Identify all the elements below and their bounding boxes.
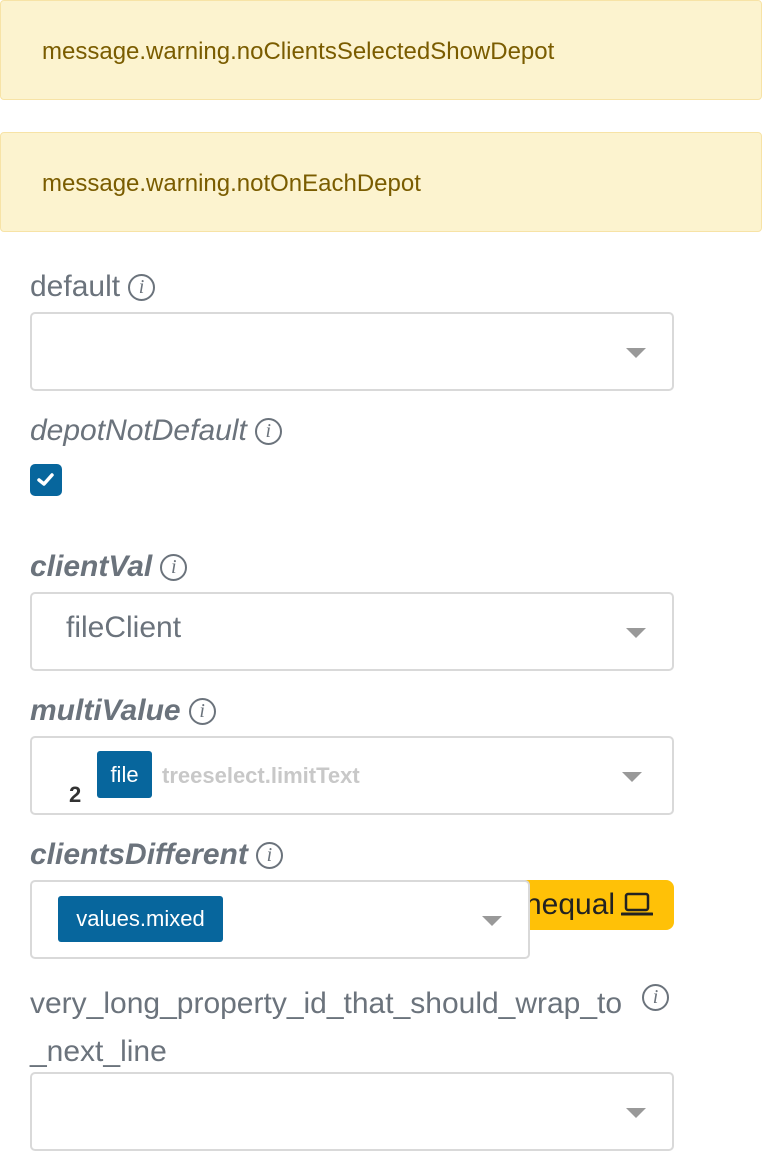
chevron-down-icon[interactable] bbox=[622, 772, 642, 782]
check-icon bbox=[37, 473, 54, 486]
field-label-clients-different: clientsDifferent i bbox=[30, 838, 283, 872]
label-text: clientVal bbox=[30, 550, 153, 583]
info-icon[interactable]: i bbox=[160, 553, 188, 581]
warning-text: message.warning.notOnEachDepot bbox=[42, 170, 421, 197]
warning-text: message.warning.noClientsSelectedShowDep… bbox=[42, 38, 555, 65]
field-label-depot-not-default: depotNotDefault i bbox=[30, 414, 282, 448]
label-text: default bbox=[30, 270, 121, 303]
laptop-icon bbox=[621, 892, 654, 916]
info-icon[interactable]: i bbox=[128, 273, 156, 301]
client-val-select[interactable]: fileClient bbox=[30, 592, 674, 671]
label-text: clientsDifferent bbox=[30, 838, 248, 871]
badge-text: nequal bbox=[525, 888, 616, 921]
value-chip[interactable]: file bbox=[97, 751, 152, 798]
chevron-down-icon[interactable] bbox=[626, 628, 646, 638]
chevron-down-icon[interactable] bbox=[626, 1108, 646, 1118]
depot-not-default-checkbox[interactable] bbox=[30, 464, 62, 496]
selected-count: 2 bbox=[69, 782, 82, 807]
info-icon[interactable]: i bbox=[254, 417, 282, 445]
unequal-badge: nequal bbox=[519, 880, 674, 930]
field-label-default: default i bbox=[30, 270, 156, 304]
selected-value: fileClient bbox=[66, 611, 182, 644]
warning-alert-no-clients: message.warning.noClientsSelectedShowDep… bbox=[0, 0, 762, 100]
chevron-down-icon[interactable] bbox=[482, 916, 502, 926]
value-chip[interactable]: values.mixed bbox=[58, 896, 223, 942]
clients-different-select[interactable]: values.mixed bbox=[30, 880, 530, 959]
label-text: multiValue bbox=[30, 694, 181, 727]
chevron-down-icon[interactable] bbox=[626, 348, 646, 358]
field-label-long-property: very_long_property_id_that_should_wrap_t… bbox=[30, 987, 623, 1068]
limit-text: treeselect.limitText bbox=[162, 763, 360, 788]
default-select[interactable] bbox=[30, 312, 674, 391]
info-icon[interactable]: i bbox=[642, 984, 669, 1011]
info-icon[interactable]: i bbox=[188, 697, 216, 725]
long-property-select[interactable] bbox=[30, 1072, 674, 1151]
warning-alert-not-on-each-depot: message.warning.notOnEachDepot bbox=[0, 132, 762, 232]
field-label-client-val: clientVal i bbox=[30, 550, 188, 584]
field-label-multi-value: multiValue i bbox=[30, 694, 216, 728]
multi-value-select[interactable]: 2 file treeselect.limitText bbox=[30, 736, 674, 815]
label-text: depotNotDefault bbox=[30, 414, 247, 447]
info-icon[interactable]: i bbox=[255, 841, 283, 869]
